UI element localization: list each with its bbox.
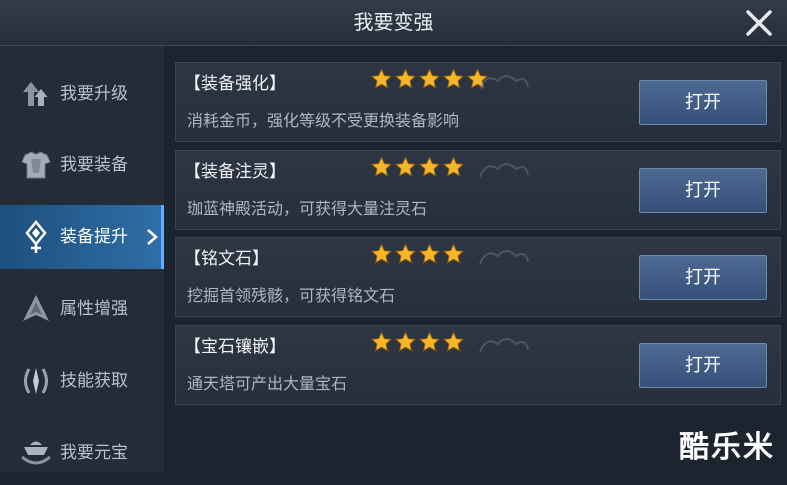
window-title: 我要变强 [353, 10, 434, 34]
star-icon [442, 68, 465, 89]
star-rating [370, 156, 465, 178]
list-item-gem-inlay: 【宝石镶嵌】 通天塔可产出大量宝石 打开 [175, 325, 781, 405]
sidebar-item-label: 属性增强 [60, 299, 128, 319]
sidebar-item-skill[interactable]: 技能获取 [0, 349, 164, 413]
sidebar-item-upgrade[interactable]: 装备提升 [0, 205, 164, 269]
watermark-logo: 酷乐米 [679, 430, 775, 465]
sword-upgrade-icon [18, 219, 54, 255]
chevron-right-icon [146, 228, 158, 246]
cloud-ornament-icon [479, 250, 529, 265]
sidebar-item-level-up[interactable]: 我要升级 [0, 62, 164, 126]
skill-icon [18, 363, 54, 399]
upgrade-list: 【装备强化】 消耗金币，强化等级不受更换装备影响 打开 【装备注灵】 珈蓝神殿活… [164, 46, 787, 472]
open-button[interactable]: 打开 [639, 80, 767, 125]
sidebar-item-label: 装备提升 [60, 227, 128, 247]
sidebar-item-ingot[interactable]: 我要元宝 [0, 421, 164, 485]
star-icon [418, 68, 441, 89]
item-title: 【宝石镶嵌】 [184, 337, 286, 357]
sidebar-item-label: 我要升级 [60, 84, 128, 104]
list-item-equip-enhance: 【装备强化】 消耗金币，强化等级不受更换装备影响 打开 [175, 62, 781, 142]
item-description: 挖掘首领残骸，可获得铭文石 [187, 286, 396, 305]
star-icon [442, 331, 465, 352]
attribute-icon [18, 291, 54, 327]
star-icon [370, 156, 393, 177]
armor-icon [18, 147, 54, 183]
item-description: 消耗金币，强化等级不受更换装备影响 [187, 111, 460, 130]
item-title: 【装备强化】 [184, 74, 286, 94]
item-description: 珈蓝神殿活动，可获得大量注灵石 [187, 199, 428, 218]
star-icon [370, 243, 393, 264]
close-icon[interactable] [743, 7, 775, 39]
cloud-ornament-icon [479, 75, 529, 90]
star-icon [418, 156, 441, 177]
star-icon [394, 331, 417, 352]
item-title: 【铭文石】 [184, 249, 269, 269]
level-up-icon [18, 76, 54, 112]
star-rating [370, 68, 489, 90]
item-description: 通天塔可产出大量宝石 [187, 374, 348, 393]
list-item-inscription-stone: 【铭文石】 挖掘首领残骸，可获得铭文石 打开 [175, 237, 781, 317]
sidebar: 我要升级 我要装备 装备提升 属性增强 技能获取 我要元宝 [0, 46, 164, 472]
cloud-ornament-icon [479, 338, 529, 353]
open-button[interactable]: 打开 [639, 343, 767, 388]
sidebar-item-label: 技能获取 [60, 371, 128, 391]
cloud-ornament-icon [479, 163, 529, 178]
sidebar-item-attribute[interactable]: 属性增强 [0, 277, 164, 341]
star-rating [370, 331, 465, 353]
title-bar: 我要变强 [0, 0, 787, 46]
list-item-equip-spirit: 【装备注灵】 珈蓝神殿活动，可获得大量注灵石 打开 [175, 150, 781, 230]
item-title: 【装备注灵】 [184, 162, 286, 182]
sidebar-item-label: 我要装备 [60, 155, 128, 175]
sidebar-item-equip[interactable]: 我要装备 [0, 133, 164, 197]
open-button[interactable]: 打开 [639, 255, 767, 300]
star-rating [370, 243, 465, 265]
sidebar-item-label: 我要元宝 [60, 443, 128, 463]
star-icon [394, 243, 417, 264]
star-icon [370, 68, 393, 89]
star-icon [418, 243, 441, 264]
open-button[interactable]: 打开 [639, 168, 767, 213]
star-icon [418, 331, 441, 352]
star-icon [370, 331, 393, 352]
star-icon [442, 156, 465, 177]
ingot-icon [18, 435, 54, 471]
star-icon [442, 243, 465, 264]
star-icon [394, 156, 417, 177]
star-icon [394, 68, 417, 89]
